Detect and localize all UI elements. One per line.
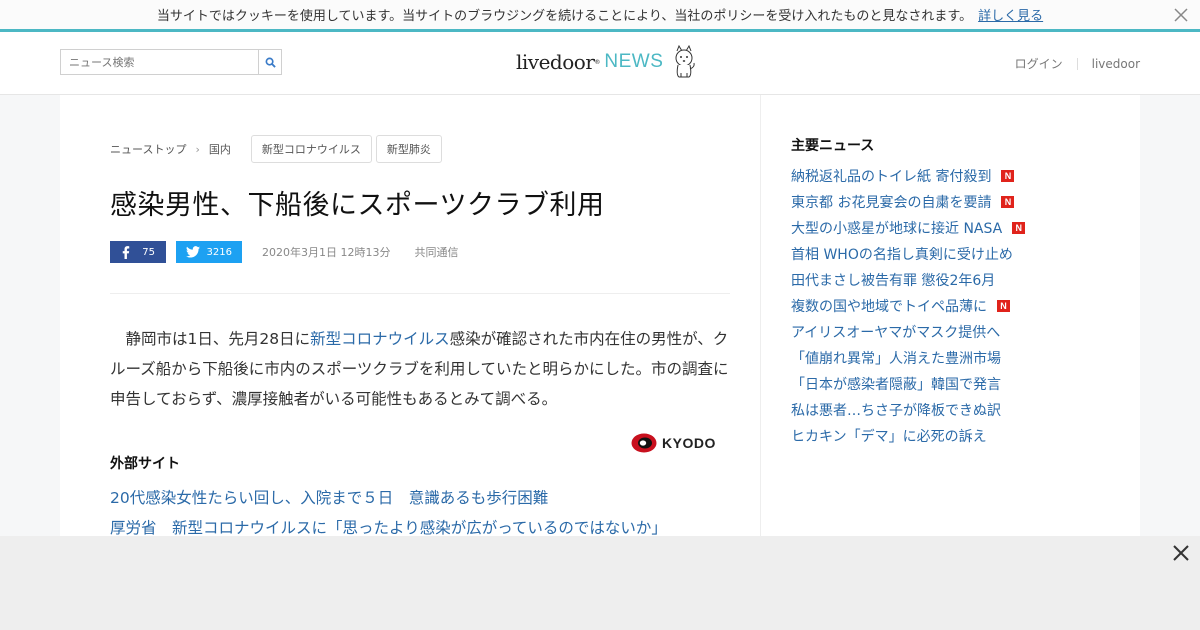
header-divider bbox=[1076, 57, 1078, 70]
top-news-item[interactable]: 複数の国や地域でトイペ品薄に N bbox=[791, 293, 1025, 319]
close-icon[interactable] bbox=[1172, 544, 1190, 562]
kyodo-mark-icon bbox=[631, 433, 657, 453]
livedoor-link[interactable]: livedoor bbox=[1092, 57, 1140, 71]
top-news-item[interactable]: アイリスオーヤマがマスク提供へ bbox=[791, 319, 1025, 345]
breadcrumb: ニューストップ › 国内 新型コロナウイルス 新型肺炎 bbox=[110, 135, 442, 163]
breadcrumb-domestic[interactable]: 国内 bbox=[209, 141, 231, 157]
top-news-link[interactable]: 首相 WHOの名指し真剣に受け止め bbox=[791, 244, 1013, 264]
kyodo-logo-text: KYODO bbox=[662, 435, 716, 451]
dog-mascot-icon bbox=[675, 45, 696, 78]
top-news-item[interactable]: 「値崩れ異常」人消えた豊洲市場 bbox=[791, 345, 1025, 371]
article-title: 感染男性、下船後にスポーツクラブ利用 bbox=[110, 190, 605, 221]
search-input[interactable] bbox=[60, 49, 258, 75]
logo-news: NEWS bbox=[604, 51, 664, 72]
new-badge: N bbox=[1001, 196, 1015, 208]
body-text-start: 静岡市は1日、先月28日に bbox=[125, 330, 311, 348]
twitter-count: 3216 bbox=[206, 246, 232, 258]
top-news-link[interactable]: 大型の小惑星が地球に接近 NASA bbox=[791, 218, 1002, 238]
tag-pneumonia[interactable]: 新型肺炎 bbox=[375, 135, 442, 163]
new-badge: N bbox=[1001, 170, 1015, 182]
cookie-text: 当サイトではクッキーを使用しています。当サイトのブラウジングを続けることにより、… bbox=[156, 9, 973, 24]
top-news-link[interactable]: 田代まさし被告有罪 懲役2年6月 bbox=[791, 270, 995, 290]
article-date: 2020年3月1日 12時13分 bbox=[262, 246, 391, 259]
facebook-icon bbox=[122, 245, 130, 259]
external-links-list: 20代感染女性たらい回し、入院まで５日 意識あるも歩行困難 厚労省 新型コロナウ… bbox=[110, 483, 667, 543]
site-logo[interactable]: livedoor ® NEWS bbox=[516, 42, 697, 82]
facebook-count: 75 bbox=[142, 246, 155, 258]
top-news-item[interactable]: 首相 WHOの名指し真剣に受け止め bbox=[791, 241, 1025, 267]
breadcrumb-news-top[interactable]: ニューストップ bbox=[110, 141, 186, 157]
top-news-link[interactable]: 「日本が感染者隠蔽」韓国で発言 bbox=[791, 374, 1001, 394]
close-icon[interactable] bbox=[1172, 6, 1190, 24]
share-row: 75 3216 2020年3月1日 12時13分 共同通信 bbox=[110, 241, 458, 263]
top-news-item[interactable]: 大型の小惑星が地球に接近 NASA N bbox=[791, 215, 1026, 241]
twitter-share-button[interactable]: 3216 bbox=[176, 241, 242, 263]
body-coronavirus-link[interactable]: 新型コロナウイルス bbox=[310, 330, 450, 348]
top-news-list: 納税返礼品のトイレ紙 寄付殺到 N 東京都 お花見宴会の自粛を要請 N 大型の小惑星… bbox=[791, 163, 1026, 449]
top-news-item[interactable]: 田代まさし被告有罪 懲役2年6月 bbox=[791, 267, 1025, 293]
top-news-link[interactable]: アイリスオーヤマがマスク提供へ bbox=[791, 322, 1000, 342]
top-news-item[interactable]: 「日本が感染者隠蔽」韓国で発言 bbox=[791, 371, 1025, 397]
logo-registered: ® bbox=[594, 58, 601, 66]
cookie-banner: 当サイトではクッキーを使用しています。当サイトのブラウジングを続けることにより、… bbox=[0, 0, 1200, 32]
new-badge: N bbox=[997, 300, 1010, 312]
top-news-item[interactable]: 私は悪者…ちさ子が降板できぬ訳 bbox=[791, 397, 1025, 423]
external-sites-heading: 外部サイト bbox=[110, 456, 180, 472]
login-link[interactable]: ログイン bbox=[1015, 55, 1063, 72]
new-badge: N bbox=[1012, 222, 1026, 234]
top-news-link[interactable]: 複数の国や地域でトイペ品薄に bbox=[791, 296, 987, 316]
search-box bbox=[60, 49, 282, 75]
article-source[interactable]: 共同通信 bbox=[414, 244, 458, 260]
kyodo-logo[interactable]: KYODO bbox=[631, 433, 716, 453]
tag-coronavirus[interactable]: 新型コロナウイルス bbox=[250, 135, 372, 163]
top-news-link[interactable]: 私は悪者…ちさ子が降板できぬ訳 bbox=[791, 400, 1001, 420]
top-news-item[interactable]: 納税返礼品のトイレ紙 寄付殺到 N bbox=[791, 163, 1025, 189]
facebook-share-button[interactable]: 75 bbox=[110, 241, 166, 263]
search-icon bbox=[265, 57, 276, 68]
chevron-right-icon: › bbox=[195, 142, 200, 156]
top-news-heading: 主要ニュース bbox=[791, 138, 875, 154]
cookie-more-link[interactable]: 詳しく見る bbox=[978, 5, 1043, 24]
ad-overlay bbox=[0, 536, 1200, 630]
search-button[interactable] bbox=[258, 49, 282, 75]
header-links: ログイン livedoor bbox=[1015, 55, 1140, 72]
top-news-link[interactable]: 納税返礼品のトイレ紙 寄付殺到 bbox=[791, 166, 991, 186]
top-news-item[interactable]: 東京都 お花見宴会の自粛を要請 N bbox=[791, 189, 1025, 215]
top-news-link[interactable]: ヒカキン「デマ」に必死の訴え bbox=[791, 426, 987, 446]
article-divider bbox=[110, 293, 730, 294]
logo-livedoor: livedoor bbox=[516, 50, 595, 74]
site-header: livedoor ® NEWS ログイン livedoor bbox=[0, 32, 1200, 95]
top-news-item[interactable]: ヒカキン「デマ」に必死の訴え bbox=[791, 423, 1025, 449]
top-news-link[interactable]: 「値崩れ異常」人消えた豊洲市場 bbox=[791, 348, 1001, 368]
external-link[interactable]: 20代感染女性たらい回し、入院まで５日 意識あるも歩行困難 bbox=[110, 483, 667, 513]
twitter-icon bbox=[186, 246, 200, 258]
article-body: 静岡市は1日、先月28日に新型コロナウイルス感染が確認された市内在住の男性が、ク… bbox=[110, 324, 730, 414]
top-news-link[interactable]: 東京都 お花見宴会の自粛を要請 bbox=[791, 192, 991, 212]
